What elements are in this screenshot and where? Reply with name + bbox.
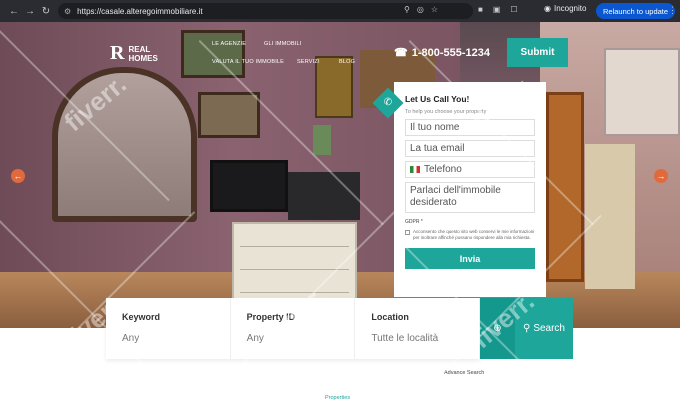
back-icon[interactable]: ← [6,3,22,19]
property-id-filter[interactable]: Property ID Any [231,298,356,359]
location-filter[interactable]: Location Tutte le località [355,298,481,359]
hero-section: R REAL HOMES LE AGENZIE GLI IMMOBILI VAL… [0,22,680,328]
gdpr-checkbox[interactable] [405,230,410,235]
phone-link[interactable]: ☎ 1-800-555-1234 [394,46,490,60]
italy-flag-icon[interactable] [410,166,420,173]
whatsapp-icon: ☎ [394,47,408,59]
tab-search-icon[interactable]: ☐ [510,5,517,14]
location-select[interactable]: Tutte le località [371,333,463,344]
photo-mirror [52,67,197,222]
form-subtitle: To help you choose your property [405,109,487,115]
zoom-icon[interactable]: ⚲ [404,5,410,14]
site-info-icon[interactable]: ⚙ [64,7,71,16]
slider-prev-icon[interactable]: ← [11,169,25,183]
logo-line-1: REAL [128,44,151,54]
phone-field[interactable]: Telefono [405,161,535,178]
photo-door [546,92,584,282]
more-menu-icon[interactable]: ⋮ [668,5,677,16]
logo-mark-icon: R [110,42,125,64]
phone-call-icon: ✆ [372,87,404,119]
photo-collage [604,48,680,136]
logo-line-2: HOMES [128,53,158,63]
url-text: https://casale.alteregoimmobiliare.it [77,6,203,16]
search-icon: ⚲ [522,323,531,334]
photo-tv [210,160,288,212]
puzzle-icon[interactable]: ▣ [493,5,501,14]
zoom-in-icon: ⊕ [493,323,502,334]
contact-form: ✆ Let Us Call You! To help you choose yo… [372,82,546,297]
photo-window [585,144,635,289]
extension-icon[interactable]: ■ [478,5,483,14]
photo-painting [313,125,331,155]
photo-painting [315,56,353,118]
send-button[interactable]: Invia [405,248,535,269]
advance-search-label[interactable]: Advance Search [444,370,484,376]
form-title: Let Us Call You! [405,94,470,104]
incognito-indicator[interactable]: ◉ Incognito [544,4,586,13]
message-field[interactable]: Parlaci dell'immobile desiderato [405,182,535,213]
nav-servizi[interactable]: SERVIZI [297,59,320,65]
advance-search-toggle[interactable]: ⊕ [480,298,515,359]
property-search-bar: Keyword Any Property ID Any Location Tut… [106,298,481,359]
keyword-filter[interactable]: Keyword Any [106,298,231,359]
nav-valuta[interactable]: VALUTA IL TUO IMMOBILE [212,59,284,65]
nav-le-agenzie[interactable]: LE AGENZIE [212,41,246,47]
nav-gli-immobili[interactable]: GLI IMMOBILI [264,41,302,47]
property-id-input[interactable]: Any [247,333,339,344]
relaunch-button[interactable]: Relaunch to update [596,3,676,19]
properties-heading: Properties [325,395,351,401]
photo-painting [198,92,260,138]
search-button[interactable]: ⚲ Search [515,298,573,359]
gdpr-consent: Acconsento che questo sito web conservi … [405,229,535,241]
forward-icon[interactable]: → [22,3,38,19]
incognito-icon: ◉ [544,4,551,13]
extensions-area: ■ ▣ ☐ [478,5,518,14]
submit-property-button[interactable]: Submit [507,38,568,67]
site-logo[interactable]: R REAL HOMES [110,42,158,65]
eye-off-icon[interactable]: ◎ [417,5,424,14]
email-field[interactable]: La tua email [405,140,535,157]
gdpr-label: GDPR * [405,219,423,225]
keyword-input[interactable]: Any [122,333,214,344]
nav-blog[interactable]: BLOG [339,59,355,65]
phone-number: 1-800-555-1234 [411,46,490,59]
address-bar-actions: ⚲ ◎ ☆ [404,5,438,14]
photo-painting [181,30,245,78]
reload-icon[interactable]: ↻ [38,3,54,19]
slider-next-icon[interactable]: → [654,169,668,183]
photo-monitor [288,172,360,220]
gdpr-text: Acconsento che questo sito web conservi … [413,229,535,240]
bookmark-star-icon[interactable]: ☆ [431,5,438,14]
name-field[interactable]: Il tuo nome [405,119,535,136]
